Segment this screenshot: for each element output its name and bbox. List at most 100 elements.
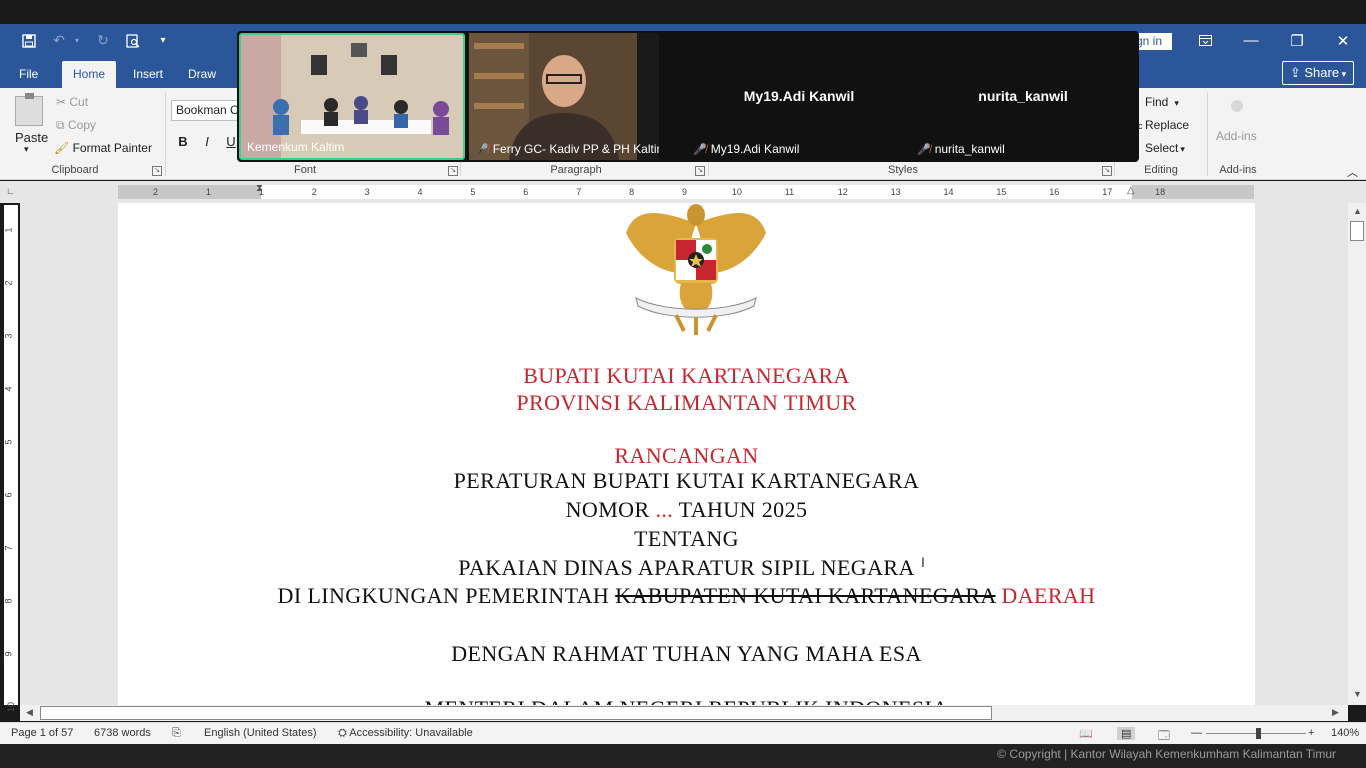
- ruler-number: 3: [364, 187, 370, 197]
- scroll-left-icon[interactable]: ◀: [26, 707, 33, 718]
- participant-name-text: Ferry GC- Kadiv PP & PH Kaltim: [492, 142, 659, 156]
- chevron-down-icon: ▾: [1339, 69, 1347, 79]
- ruler-number: 10: [731, 187, 742, 197]
- page-count[interactable]: Page 1 of 57: [11, 727, 73, 739]
- clipboard-launcher-icon[interactable]: ↘: [152, 166, 162, 176]
- bold-button[interactable]: B: [173, 132, 193, 152]
- italic-button[interactable]: I: [197, 132, 217, 152]
- word-count[interactable]: 6738 words: [94, 727, 151, 739]
- horizontal-scrollbar[interactable]: ◀ ▶: [20, 705, 1348, 721]
- redo-icon[interactable]: ↻: [90, 28, 116, 54]
- ribbon-separator: [1207, 92, 1208, 176]
- paste-button-label[interactable]: Paste: [15, 130, 48, 145]
- zoom-in-icon[interactable]: +: [1308, 727, 1314, 739]
- ruler-number: 14: [943, 187, 954, 197]
- close-icon[interactable]: ✕: [1320, 24, 1366, 57]
- video-conference-strip: Kemenkum Kaltim 🎤̸ Ferry GC- Kadiv PP & P…: [237, 31, 1139, 162]
- font-name-input[interactable]: Bookman O: [171, 100, 241, 121]
- scroll-down-icon[interactable]: ▼: [1353, 689, 1362, 699]
- ruler-number: 1: [205, 187, 211, 197]
- zoom-slider-thumb[interactable]: [1256, 728, 1261, 739]
- find-button[interactable]: Find ▾: [1145, 95, 1179, 109]
- ruler-number: 8: [629, 187, 635, 197]
- vertical-scrollbar[interactable]: ▲ ▼: [1348, 203, 1366, 705]
- copy-button[interactable]: ⧉ Copy: [56, 118, 96, 133]
- restore-icon[interactable]: ❐: [1274, 24, 1320, 57]
- zoom-out-icon[interactable]: —: [1191, 727, 1202, 739]
- status-bar: Page 1 of 57 6738 words ⎘ English (Unite…: [0, 722, 1366, 744]
- ruler-number: 7: [576, 187, 582, 197]
- format-painter-label: Format Painter: [72, 141, 152, 155]
- collapse-ribbon-icon[interactable]: ︿: [1347, 164, 1358, 180]
- doc-line-menteri: MENTERI DALAM NEGERI REPUBLIK INDONESIA: [118, 696, 1255, 705]
- scroll-right-icon[interactable]: ▶: [1332, 707, 1339, 718]
- group-label-styles: Styles: [888, 164, 918, 176]
- addins-icon[interactable]: [1231, 100, 1243, 112]
- tab-file[interactable]: File: [9, 61, 48, 88]
- minimize-icon[interactable]: —: [1228, 24, 1274, 57]
- indent-marker-icon[interactable]: ⧗: [256, 183, 263, 194]
- video-tile-kemenkum[interactable]: Kemenkum Kaltim: [239, 33, 465, 160]
- print-layout-icon[interactable]: ▤: [1117, 727, 1136, 740]
- doc-line-bupati: BUPATI KUTAI KARTANEGARA: [523, 363, 850, 388]
- copyright-text: © Copyright | Kantor Wilayah Kemenkumham…: [997, 747, 1336, 761]
- accessibility-label: Accessibility: Unavailable: [349, 727, 473, 739]
- save-icon[interactable]: [16, 28, 42, 54]
- vruler-number: 8: [3, 598, 14, 604]
- zoom-level[interactable]: 140%: [1331, 727, 1359, 739]
- select-button[interactable]: Select ▾: [1145, 141, 1185, 155]
- undo-dropdown-icon[interactable]: ▾: [72, 28, 82, 54]
- mic-off-icon: 🎤̸: [917, 144, 931, 156]
- doc-line-pakaian: PAKAIAN DINAS APARATUR SIPIL NEGARA: [458, 555, 915, 580]
- select-label: Select: [1145, 141, 1179, 155]
- scroll-up-icon[interactable]: ▲: [1353, 206, 1362, 216]
- read-mode-icon[interactable]: 📖: [1079, 727, 1093, 740]
- vruler-number: 2: [3, 280, 14, 286]
- ruler-number: 18: [1155, 187, 1166, 197]
- horizontal-ruler[interactable]: 2 1 1 2 3 4 5 6 7 8 9 10 11 12 13 14 15 16 17 18 ⧗ △: [118, 183, 1254, 199]
- doc-line-peraturan: PERATURAN BUPATI KUTAI KARTANEGARA: [453, 468, 920, 493]
- vruler-number: 6: [3, 492, 14, 498]
- video-tile-adi[interactable]: My19.Adi Kanwil 🎤̸ My19.Adi Kanwil: [689, 33, 909, 160]
- language-status[interactable]: English (United States): [204, 727, 317, 739]
- text-cursor-icon: I: [921, 554, 925, 570]
- addins-button[interactable]: Add-ins: [1216, 129, 1257, 143]
- brush-icon: 🖌: [54, 141, 73, 155]
- format-painter-button[interactable]: 🖌 Format Painter: [54, 141, 152, 155]
- mic-off-icon: 🎤̸: [693, 144, 707, 156]
- accessibility-status[interactable]: ⛭ Accessibility: Unavailable: [338, 727, 473, 740]
- share-icon: ⇪: [1289, 65, 1305, 80]
- video-tile-nurita[interactable]: nurita_kanwil 🎤̸ nurita_kanwil: [913, 33, 1133, 160]
- copy-icon: ⧉: [56, 118, 68, 132]
- font-launcher-icon[interactable]: ↘: [448, 166, 458, 176]
- participant-name-text: My19.Adi Kanwil: [710, 142, 800, 156]
- horizontal-scroll-thumb[interactable]: [40, 706, 992, 720]
- tab-selector-icon[interactable]: ∟: [6, 186, 17, 197]
- document-page[interactable]: BUPATI KUTAI KARTANEGARA PROVINSI KALIMA…: [118, 203, 1255, 705]
- nomor-placeholder: ...: [655, 497, 674, 522]
- undo-icon[interactable]: ↶: [46, 28, 72, 54]
- right-indent-marker-icon[interactable]: △: [1127, 185, 1135, 196]
- participant-name: 🎤̸ nurita_kanwil: [917, 142, 1005, 156]
- tab-insert[interactable]: Insert: [123, 61, 173, 88]
- customize-qat-icon[interactable]: ▾: [150, 28, 176, 54]
- tab-home[interactable]: Home: [62, 61, 116, 88]
- tab-draw[interactable]: Draw: [178, 61, 226, 88]
- participant-video: [469, 33, 659, 160]
- struck-text: KABUPATEN KUTAI KARTANEGARA: [615, 583, 996, 608]
- ribbon-display-options-icon[interactable]: [1182, 24, 1228, 57]
- cut-button[interactable]: ✂ Cut: [56, 95, 88, 109]
- ruler-number: 12: [837, 187, 848, 197]
- styles-launcher-icon[interactable]: ↘: [1102, 166, 1112, 176]
- video-tile-ferry[interactable]: 🎤̸ Ferry GC- Kadiv PP & PH Kaltim: [469, 33, 659, 160]
- print-preview-icon[interactable]: [120, 28, 146, 54]
- vertical-scroll-thumb[interactable]: [1350, 221, 1364, 241]
- paragraph-launcher-icon[interactable]: ↘: [695, 166, 705, 176]
- paste-dropdown-icon[interactable]: ▾: [24, 144, 29, 155]
- share-button[interactable]: ⇪ Share ▾: [1282, 61, 1354, 85]
- replace-button[interactable]: c Replace: [1138, 118, 1189, 132]
- paste-icon[interactable]: [15, 93, 43, 126]
- lingkungan-text: DI LINGKUNGAN PEMERINTAH: [277, 583, 616, 608]
- proofing-icon[interactable]: ⎘: [172, 727, 181, 740]
- vruler-number: 10: [6, 701, 17, 713]
